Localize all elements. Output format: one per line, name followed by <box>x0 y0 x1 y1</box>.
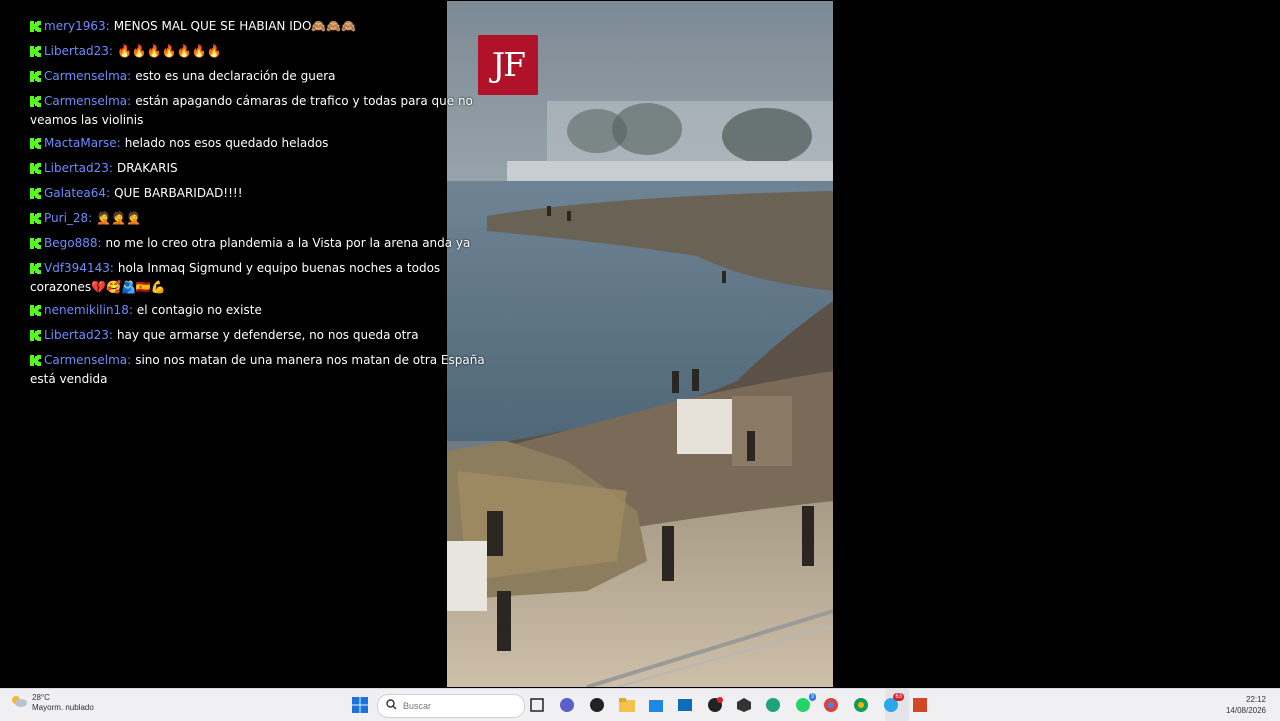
task-view-icon[interactable] <box>528 696 546 714</box>
chat-separator: : <box>108 328 113 342</box>
chat-text: hay que armarse y defenderse, no nos que… <box>116 328 419 342</box>
chat-username[interactable]: mery1963 <box>44 19 106 33</box>
chat-username[interactable]: Carmenselma <box>44 353 127 367</box>
kick-badge-icon <box>30 262 41 279</box>
cloud-sun-icon <box>10 694 28 713</box>
chat-emoji: 🔥🔥🔥🔥🔥🔥🔥 <box>116 44 222 58</box>
taskbar: 28°C Mayorm. nublado 3 <box>0 688 1280 721</box>
chat-text: no me lo creo otra plandemia a la Vista … <box>105 236 471 250</box>
store-icon[interactable] <box>647 696 665 714</box>
chat-separator: : <box>97 236 102 250</box>
chat-text: el contagio no existe <box>136 303 262 317</box>
chat-username[interactable]: Bego888 <box>44 236 97 250</box>
kick-badge-icon <box>30 45 41 62</box>
chat-message: Carmenselma: esto es una declaración de g… <box>30 68 500 87</box>
chat-separator: : <box>128 303 133 317</box>
chat-username[interactable]: Carmenselma <box>44 94 127 108</box>
kick-badge-icon <box>30 304 41 321</box>
chat-separator: : <box>108 161 113 175</box>
chat-separator: : <box>127 69 132 83</box>
weather-temp: 28°C <box>32 693 50 702</box>
chat-text: QUE BARBARIDAD!!!! <box>114 186 243 200</box>
chat-username[interactable]: Galatea64 <box>44 186 106 200</box>
system-clock[interactable]: 22:12 14/08/2026 <box>1226 694 1266 716</box>
chat-message: Carmenselma: sino nos matan de una manera… <box>30 352 500 388</box>
video-frame[interactable] <box>447 1 833 687</box>
app-record-icon[interactable] <box>706 696 724 714</box>
folder-icon[interactable] <box>618 696 636 714</box>
chat-username[interactable]: Libertad23 <box>44 44 109 58</box>
clock-time: 22:12 <box>1245 695 1266 704</box>
outlook-icon[interactable] <box>676 696 694 714</box>
chat-message: Libertad23: 🔥🔥🔥🔥🔥🔥🔥 <box>30 43 500 62</box>
chat-emoji: 🤦🤦🤦 <box>96 211 142 225</box>
chat-message: MactaMarse: helado nos esos quedado helad… <box>30 135 500 154</box>
chat-username[interactable]: Libertad23 <box>44 328 109 342</box>
chat-username[interactable]: Libertad23 <box>44 161 109 175</box>
telegram-icon[interactable]: 63 <box>882 693 904 714</box>
kick-badge-icon <box>30 20 41 37</box>
chat-separator: : <box>127 94 132 108</box>
chat-separator: : <box>108 44 113 58</box>
chat-separator: : <box>106 186 111 200</box>
chrome-profile-icon[interactable] <box>852 696 870 714</box>
kick-badge-icon <box>30 137 41 154</box>
chat-separator: : <box>88 211 93 225</box>
chat-separator: : <box>127 353 132 367</box>
weather-condition: Mayorm. nublado <box>32 703 94 712</box>
kick-badge-icon <box>30 329 41 346</box>
chat-text: MENOS MAL QUE SE HABIAN IDO <box>113 19 312 33</box>
chat-emoji: 🙈🙈🙈 <box>311 19 357 33</box>
chat-username[interactable]: Carmenselma <box>44 69 127 83</box>
chat-separator: : <box>109 261 114 275</box>
teams-icon[interactable] <box>558 696 576 714</box>
chat-message: Galatea64: QUE BARBARIDAD!!!! <box>30 185 500 204</box>
kick-badge-icon <box>30 95 41 112</box>
powerpoint-icon[interactable] <box>911 696 929 714</box>
cube-icon[interactable] <box>735 696 753 714</box>
chat-username[interactable]: Puri_28 <box>44 211 88 225</box>
chat-message: Libertad23: DRAKARIS <box>30 160 500 179</box>
edge-icon[interactable] <box>764 696 782 714</box>
chrome-icon[interactable] <box>822 696 840 714</box>
search-icon <box>386 697 397 715</box>
chat-username[interactable]: nenemikilin18 <box>44 303 129 317</box>
chat-message: Libertad23: hay que armarse y defenderse,… <box>30 327 500 346</box>
chat-overlay: mery1963: MENOS MAL QUE SE HABIAN IDO🙈🙈🙈 L… <box>30 18 500 394</box>
chat-message: Puri_28: 🤦🤦🤦 <box>30 210 500 229</box>
chat-separator: : <box>116 136 121 150</box>
chat-message: Carmenselma: están apagando cámaras de tr… <box>30 93 500 129</box>
chat-text: helado nos esos quedado helados <box>124 136 329 150</box>
github-icon[interactable] <box>588 696 606 714</box>
chat-message: nenemikilin18: el contagio no existe <box>30 302 500 321</box>
chat-message: mery1963: MENOS MAL QUE SE HABIAN IDO🙈🙈🙈 <box>30 18 500 37</box>
chat-username[interactable]: Vdf394143 <box>44 261 110 275</box>
chat-emoji: 💔🥰🫂🇪🇸💪 <box>91 280 166 294</box>
chat-username[interactable]: MactaMarse <box>44 136 117 150</box>
weather-widget[interactable]: 28°C Mayorm. nublado <box>10 693 94 713</box>
whatsapp-icon[interactable]: 3 <box>794 693 816 714</box>
chat-message: Vdf394143: hola Inmaq Sigmund y equipo bu… <box>30 260 500 296</box>
kick-badge-icon <box>30 212 41 229</box>
chat-message: Bego888: no me lo creo otra plandemia a l… <box>30 235 500 254</box>
whatsapp-badge: 3 <box>808 693 816 701</box>
telegram-badge: 63 <box>893 693 904 701</box>
beach-scene <box>447 1 833 687</box>
clock-date: 14/08/2026 <box>1225 706 1266 715</box>
kick-badge-icon <box>30 187 41 204</box>
stream-viewport: JF mery1963: MENOS MAL QUE SE HABIAN IDO🙈… <box>0 0 1280 688</box>
kick-badge-icon <box>30 162 41 179</box>
chat-separator: : <box>105 19 110 33</box>
taskbar-search[interactable] <box>377 694 525 718</box>
kick-badge-icon <box>30 354 41 371</box>
kick-badge-icon <box>30 70 41 87</box>
chat-text: DRAKARIS <box>116 161 178 175</box>
chat-text: esto es una declaración de guera <box>135 69 336 83</box>
kick-badge-icon <box>30 237 41 254</box>
search-input[interactable] <box>401 700 515 712</box>
windows-start-icon[interactable] <box>351 696 369 714</box>
